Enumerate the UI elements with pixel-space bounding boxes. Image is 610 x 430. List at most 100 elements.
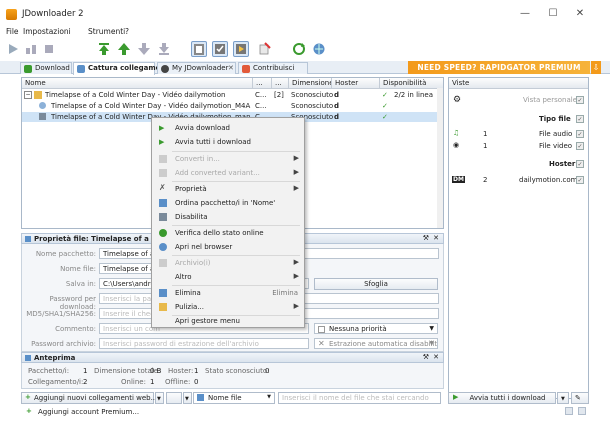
menu-separator xyxy=(172,285,300,286)
add-premium-account-link[interactable]: Aggiungi account Premium... xyxy=(38,408,139,416)
reconnect-icon[interactable] xyxy=(291,41,307,57)
menu-item-open-browser[interactable]: Apri nel browser xyxy=(153,241,303,254)
menu-item-label: Altro xyxy=(175,273,192,281)
priority-select[interactable]: Nessuna priorità ▼ xyxy=(314,323,438,334)
menu-item-properties[interactable]: ✗ Proprietà ▶ xyxy=(153,183,303,196)
column-extra[interactable]: ... xyxy=(272,78,289,89)
link-row[interactable]: Timelapse of a Cold Winter Day - Vidéo d… xyxy=(22,101,443,111)
tab-download[interactable]: Download xyxy=(20,62,72,74)
download-arrow-icon[interactable]: ⇩ xyxy=(591,61,601,74)
close-button[interactable]: ✕ xyxy=(570,6,590,22)
filter-dropdown[interactable]: ▼ xyxy=(183,392,192,404)
stop-icon[interactable] xyxy=(41,41,57,57)
hoster-checkbox[interactable]: ✓ xyxy=(576,160,584,168)
hoster-header: Hoster xyxy=(549,160,576,168)
add-links-dropdown[interactable]: ▼ xyxy=(155,392,164,404)
menu-item-delete[interactable]: Elimina Elimina xyxy=(153,287,303,300)
audio-icon: ♫ xyxy=(453,129,460,137)
column-availability[interactable]: Disponibilità xyxy=(380,78,443,89)
add-links-button[interactable]: + Aggiungi nuovi collegamenti web... xyxy=(21,392,157,404)
menu-item-sort[interactable]: Ordina pacchetto/i in 'Nome' xyxy=(153,197,303,210)
close-tab-icon[interactable]: ✕ xyxy=(228,64,234,72)
close-panel-icon[interactable]: ✕ xyxy=(433,353,439,361)
column-hoster[interactable]: Hoster xyxy=(332,78,380,89)
move-top-icon[interactable] xyxy=(96,41,112,57)
menu-item-menu-manager[interactable]: Apri gestore menu xyxy=(153,315,303,328)
column-size[interactable]: Dimensione xyxy=(289,78,332,89)
gear-icon[interactable]: ⚙ xyxy=(453,95,461,105)
package-row[interactable]: − Timelapse of a Cold Winter Day - Vidéo… xyxy=(22,90,443,100)
menu-help[interactable]: ? xyxy=(125,27,129,36)
status-toggle-icon[interactable] xyxy=(565,407,573,415)
menu-tools[interactable]: Strumenti xyxy=(88,27,125,36)
search-field-select[interactable]: Nome file ▼ xyxy=(193,392,275,404)
priority-value: Nessuna priorità xyxy=(329,325,387,333)
audio-checkbox[interactable]: ✓ xyxy=(576,130,584,138)
video-checkbox[interactable]: ✓ xyxy=(576,142,584,150)
menu-item-start-all[interactable]: ▶ Avvia tutti i download xyxy=(153,136,303,149)
status-settings-icon[interactable] xyxy=(578,407,586,415)
audio-file-icon xyxy=(39,102,46,109)
minimize-button[interactable]: — xyxy=(515,6,535,22)
pause-icon[interactable] xyxy=(23,41,39,57)
package-name-label: Nome pacchetto: xyxy=(35,250,96,258)
package-icon xyxy=(34,91,42,99)
menu-item-other[interactable]: Altro ▶ xyxy=(153,271,303,284)
collapse-icon[interactable]: − xyxy=(24,91,32,99)
submenu-arrow-icon: ▶ xyxy=(293,302,299,310)
packages-value: 1 xyxy=(83,367,88,375)
search-input[interactable]: Inserisci il nome del file che stai cerc… xyxy=(278,392,441,404)
maximize-button[interactable]: ☐ xyxy=(543,6,563,22)
start-all-downloads-button[interactable]: ▶ Avvia tutti i download xyxy=(448,392,556,404)
status-bar: + Aggiungi account Premium... xyxy=(21,406,589,418)
tab-link-grabber[interactable]: Cattura collegamenti xyxy=(73,62,171,75)
move-bottom-icon[interactable] xyxy=(156,41,172,57)
move-up-icon[interactable] xyxy=(116,41,132,57)
start-icon[interactable] xyxy=(5,41,21,57)
start-dropdown[interactable]: ▼ xyxy=(557,392,569,404)
premium-banner[interactable]: NEED SPEED? RAPIDGATOR PREMIUM xyxy=(408,61,590,74)
submenu-arrow-icon: ▶ xyxy=(293,154,299,162)
personal-view-checkbox[interactable]: ✓ xyxy=(576,96,584,104)
settings-icon[interactable]: ✎ xyxy=(571,392,589,404)
file-type-header: Tipo file xyxy=(539,115,571,123)
clipboard-monitor-icon[interactable] xyxy=(191,41,207,57)
archive-password-field[interactable]: Inserisci password di estrazione dell'ar… xyxy=(99,338,309,349)
preview-title: Anteprima xyxy=(34,354,76,362)
menu-item-check-online[interactable]: Verifica dello stato online xyxy=(153,227,303,240)
dailymotion-checkbox[interactable]: ✓ xyxy=(576,176,584,184)
menu-file[interactable]: File xyxy=(6,27,19,36)
wrench-icon[interactable]: ⚒ xyxy=(423,234,429,242)
column-name[interactable]: Nome xyxy=(22,78,253,89)
column-comment[interactable]: ... xyxy=(253,78,272,89)
video-file-icon xyxy=(39,113,46,120)
filename-label: Nome file: xyxy=(60,265,96,273)
menu-item-archives: Archivio(i) ▶ xyxy=(153,257,303,270)
delete-icon xyxy=(159,289,167,297)
video-icon: ◉ xyxy=(453,141,460,149)
move-down-icon[interactable] xyxy=(136,41,152,57)
clean-filter-icon[interactable] xyxy=(166,392,182,404)
auto-start-icon[interactable] xyxy=(233,41,249,57)
hoster-count-value: 1 xyxy=(194,367,199,375)
auto-extract-select[interactable]: ✕ Estrazione automatica disabilitata ▼ xyxy=(314,338,438,349)
toolbar xyxy=(0,39,610,61)
menu-settings[interactable]: Impostazioni xyxy=(23,27,71,36)
link-size: Sconosciuto xyxy=(291,102,334,110)
disable-icon xyxy=(159,213,167,221)
offline-value: 0 xyxy=(194,378,199,386)
link-name: Timelapse of a Cold Winter Day - Vidéo d… xyxy=(51,102,251,110)
menu-item-disable[interactable]: Disabilita xyxy=(153,211,303,224)
tab-contribute[interactable]: Contribuisci xyxy=(238,62,308,74)
close-panel-icon[interactable]: ✕ xyxy=(433,234,439,242)
menu-item-start-download[interactable]: ▶ Avvia download xyxy=(153,122,303,135)
tab-my-jdownloader[interactable]: My JDownloader ✕ xyxy=(157,62,236,74)
file-type-checkbox[interactable]: ✓ xyxy=(576,115,584,123)
list-scrollbar[interactable] xyxy=(437,88,443,228)
clean-up-icon[interactable] xyxy=(256,41,272,57)
update-icon[interactable] xyxy=(311,41,327,57)
auto-confirm-icon[interactable] xyxy=(212,41,228,57)
menu-item-cleanup[interactable]: Pulizia... ▶ xyxy=(153,301,303,314)
wrench-icon[interactable]: ⚒ xyxy=(423,353,429,361)
browse-button[interactable]: Sfoglia xyxy=(314,278,438,290)
